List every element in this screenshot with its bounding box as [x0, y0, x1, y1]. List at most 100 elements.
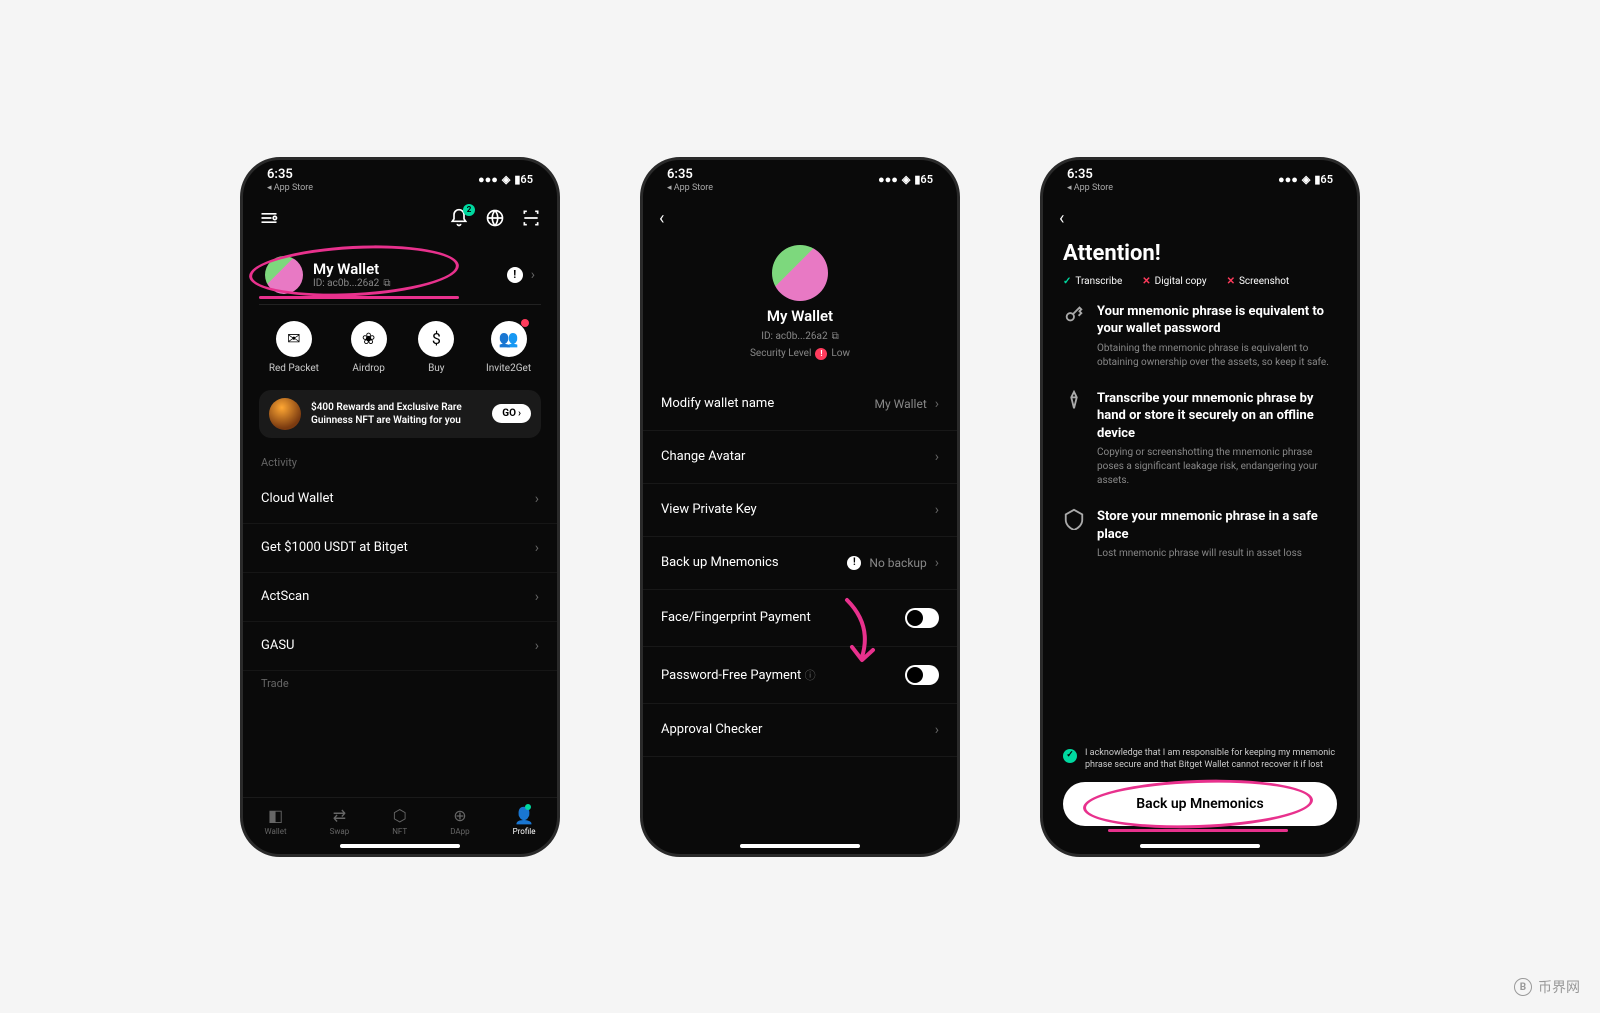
row-gasu[interactable]: GASU›: [243, 622, 557, 671]
status-time: 6:35: [1067, 167, 1113, 182]
swap-icon: ⇄: [333, 806, 346, 825]
cross-icon: ✕: [1227, 276, 1235, 287]
check-digital-copy: ✕Digital copy: [1142, 276, 1206, 287]
row-approval-checker[interactable]: Approval Checker›: [643, 704, 957, 757]
row-face-fingerprint[interactable]: Face/Fingerprint Payment: [643, 590, 957, 647]
page-title: Attention!: [1043, 237, 1357, 276]
action-invite[interactable]: 👥 Invite2Get: [486, 321, 531, 374]
back-button[interactable]: ‹: [1043, 200, 1357, 237]
back-button[interactable]: ‹: [643, 200, 957, 237]
battery-icon: ▮65: [1314, 173, 1333, 186]
scan-icon[interactable]: [521, 208, 541, 228]
annotation-underline: [1108, 829, 1288, 832]
tab-nft[interactable]: ⬡NFT: [392, 806, 407, 836]
wallet-name: My Wallet: [313, 260, 497, 278]
phone-profile-screen: 6:35 ◂ App Store ●●● ◈ ▮65 2: [240, 157, 560, 857]
row-backup-mnemonics[interactable]: Back up Mnemonics ! No backup ›: [643, 537, 957, 590]
key-icon: [1063, 303, 1085, 325]
bell-icon[interactable]: 2: [449, 208, 469, 228]
section-trade-label: Trade: [243, 671, 557, 696]
watermark: B 币界网: [1514, 977, 1580, 997]
copy-icon[interactable]: ⧉: [383, 278, 390, 289]
avatar[interactable]: [772, 245, 828, 301]
wallet-card[interactable]: My Wallet ID: ac0b...26a2 ⧉ ! ›: [259, 246, 541, 305]
home-indicator[interactable]: [1140, 844, 1260, 848]
avatar: [265, 256, 303, 294]
row-actscan[interactable]: ActScan›: [243, 573, 557, 622]
safe-icon: [1063, 508, 1085, 530]
battery-icon: ▮65: [514, 173, 533, 186]
home-indicator[interactable]: [740, 844, 860, 848]
tab-swap[interactable]: ⇄Swap: [330, 806, 350, 836]
help-icon[interactable]: ⓘ: [805, 669, 816, 682]
chevron-right-icon: ›: [935, 722, 939, 738]
check-transcribe: ✓Transcribe: [1063, 276, 1122, 287]
action-buy[interactable]: $ Buy: [418, 321, 454, 374]
banner-text: $400 Rewards and Exclusive Rare Guinness…: [311, 401, 482, 427]
notification-badge: 2: [463, 204, 475, 216]
chevron-right-icon: ›: [535, 491, 539, 507]
status-time: 6:35: [667, 167, 713, 182]
check-screenshot: ✕Screenshot: [1227, 276, 1290, 287]
status-appstore-link[interactable]: ◂ App Store: [1067, 183, 1113, 193]
check-row: ✓Transcribe ✕Digital copy ✕Screenshot: [1043, 276, 1357, 303]
annotation-underline: [259, 296, 459, 299]
banner-image: [269, 398, 301, 430]
signal-icon: ●●●: [878, 173, 898, 186]
row-modify-name[interactable]: Modify wallet name My Wallet›: [643, 378, 957, 431]
action-red-packet[interactable]: ✉ Red Packet: [269, 321, 319, 374]
status-bar: 6:35 ◂ App Store ●●● ◈ ▮65: [243, 160, 557, 200]
chevron-right-icon: ›: [531, 267, 535, 283]
status-icons: ●●● ◈ ▮65: [478, 173, 533, 186]
chevron-right-icon: ›: [535, 589, 539, 605]
signal-icon: ●●●: [1278, 173, 1298, 186]
acknowledge-row[interactable]: ✓ I acknowledge that I am responsible fo…: [1043, 736, 1357, 781]
wifi-icon: ◈: [902, 173, 910, 186]
checkbox-checked-icon[interactable]: ✓: [1063, 749, 1077, 763]
topbar: 2: [243, 200, 557, 236]
tab-dapp[interactable]: ⊕DApp: [450, 806, 469, 836]
tab-profile[interactable]: 👤Profile: [513, 806, 536, 836]
watermark-icon: B: [1514, 978, 1532, 996]
envelope-icon: ✉: [287, 329, 300, 348]
row-password-free[interactable]: Password-Free Payment ⓘ: [643, 647, 957, 704]
row-cloud-wallet[interactable]: Cloud Wallet›: [243, 475, 557, 524]
home-indicator[interactable]: [340, 844, 460, 848]
wifi-icon: ◈: [1302, 173, 1310, 186]
tab-wallet[interactable]: ◧Wallet: [265, 806, 287, 836]
status-appstore-link[interactable]: ◂ App Store: [267, 183, 313, 193]
info-blocks: Your mnemonic phrase is equivalent to yo…: [1043, 303, 1357, 737]
status-time: 6:35: [267, 167, 313, 182]
status-bar: 6:35 ◂ App Store ●●●◈▮65: [643, 160, 957, 200]
warning-icon: !: [847, 556, 861, 570]
row-get-usdt[interactable]: Get $1000 USDT at Bitget›: [243, 524, 557, 573]
quick-actions: ✉ Red Packet ❀ Airdrop $ Buy 👥 Invite2Ge…: [243, 305, 557, 390]
users-icon: 👥: [499, 329, 519, 348]
toggle-face-payment[interactable]: [905, 608, 939, 628]
info-block-safe: Store your mnemonic phrase in a safe pla…: [1063, 508, 1337, 561]
check-icon: ✓: [1063, 276, 1071, 287]
tab-bar: ◧Wallet ⇄Swap ⬡NFT ⊕DApp 👤Profile: [243, 797, 557, 840]
wallet-id: ID: ac0b...26a2 ⧉: [761, 331, 838, 342]
row-view-private-key[interactable]: View Private Key›: [643, 484, 957, 537]
phone-wallet-settings: 6:35 ◂ App Store ●●●◈▮65 ‹ My Wallet ID:…: [640, 157, 960, 857]
promo-banner[interactable]: $400 Rewards and Exclusive Rare Guinness…: [259, 390, 541, 438]
pen-icon: [1063, 390, 1085, 412]
copy-icon[interactable]: ⧉: [832, 331, 839, 342]
chevron-right-icon: ›: [935, 449, 939, 465]
row-change-avatar[interactable]: Change Avatar›: [643, 431, 957, 484]
action-airdrop[interactable]: ❀ Airdrop: [351, 321, 387, 374]
backup-mnemonics-button[interactable]: Back up Mnemonics: [1063, 782, 1337, 826]
banner-go-button[interactable]: GO›: [492, 404, 531, 423]
toggle-pwd-free[interactable]: [905, 665, 939, 685]
wallet-name: My Wallet: [767, 307, 833, 325]
airdrop-icon: ❀: [362, 329, 375, 348]
status-appstore-link[interactable]: ◂ App Store: [667, 183, 713, 193]
profile-header: My Wallet ID: ac0b...26a2 ⧉ Security Lev…: [643, 237, 957, 378]
phone-attention-screen: 6:35 ◂ App Store ●●● ◈ ▮65 ‹ Attention! ✓T…: [1040, 157, 1360, 857]
acknowledge-text: I acknowledge that I am responsible for …: [1085, 748, 1337, 771]
wallet-icon: ◧: [268, 806, 283, 825]
menu-settings-icon[interactable]: [259, 208, 279, 228]
chevron-right-icon: ›: [935, 396, 939, 412]
globe-icon[interactable]: [485, 208, 505, 228]
